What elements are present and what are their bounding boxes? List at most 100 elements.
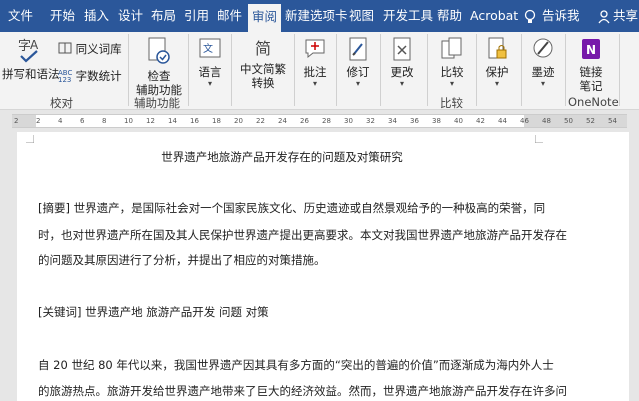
- tracking-button[interactable]: 修订 ▾: [341, 36, 375, 89]
- ruler-tick-label: 22: [256, 117, 265, 125]
- chevron-down-icon: ▾: [449, 79, 454, 88]
- lightbulb-icon[interactable]: [524, 0, 536, 32]
- ruler-tick-label: 12: [146, 117, 155, 125]
- track-changes-icon: [346, 36, 370, 65]
- document-page[interactable]: 世界遗产地旅游产品开发存在的问题及对策研究 [摘要] 世界遗产，是国际社会对一个…: [17, 132, 629, 401]
- chinese-conversion-label-1: 中文简繁: [240, 62, 286, 76]
- accessibility-check-icon: [146, 36, 172, 69]
- group-separator: [427, 34, 428, 106]
- group-label-compare: 比较: [440, 96, 463, 110]
- margin-corner-mark: [26, 135, 34, 143]
- tab-acrobat[interactable]: Acrobat: [470, 0, 518, 32]
- ruler-tick-label: 8: [102, 117, 107, 125]
- group-separator: [188, 34, 189, 106]
- ruler-tick-label: 2: [14, 117, 19, 125]
- spelling-grammar-label: 拼写和语法: [2, 67, 60, 81]
- word-count-label: 字数统计: [75, 69, 122, 83]
- chinese-conversion-icon: 简: [254, 39, 271, 58]
- compare-label: 比较: [440, 65, 464, 79]
- accept-change-icon: [390, 36, 414, 65]
- ink-button[interactable]: 墨迹 ▾: [526, 36, 560, 89]
- ribbon-tab-bar: 文件 开始 插入 设计 布局 引用 邮件 审阅 新建选项卡 视图 开发工具 帮助…: [0, 0, 639, 32]
- tab-help[interactable]: 帮助: [437, 0, 462, 32]
- group-separator: [336, 34, 337, 106]
- tab-new-tab[interactable]: 新建选项卡: [285, 0, 348, 32]
- compare-documents-icon: [439, 36, 465, 65]
- tab-references[interactable]: 引用: [184, 0, 209, 32]
- svg-text:文: 文: [203, 42, 213, 55]
- ruler-tick-label: 18: [212, 117, 221, 125]
- chevron-down-icon: ▾: [312, 79, 317, 88]
- chinese-conversion-button[interactable]: 简 中文简繁 转换: [236, 36, 290, 90]
- margin-corner-mark: [535, 135, 543, 143]
- book-icon: [58, 41, 72, 58]
- spelling-grammar-button[interactable]: 字 A 拼写和语法: [2, 36, 60, 81]
- tab-insert[interactable]: 插入: [84, 0, 109, 32]
- compare-button[interactable]: 比较 ▾: [434, 36, 470, 89]
- chevron-down-icon: ▾: [494, 79, 499, 88]
- linked-notes-label-1: 链接: [579, 65, 603, 79]
- tab-mailings[interactable]: 邮件: [217, 0, 242, 32]
- lock-icon: [485, 36, 509, 65]
- protect-button[interactable]: 保护 ▾: [480, 36, 514, 89]
- group-separator: [619, 34, 620, 106]
- ruler-tick-label: 16: [190, 117, 199, 125]
- check-accessibility-button[interactable]: 检查 辅助功能: [136, 36, 182, 97]
- group-separator: [294, 34, 295, 106]
- thesaurus-button[interactable]: 同义词库: [58, 41, 122, 58]
- ruler-tick-label: 24: [278, 117, 287, 125]
- tab-review[interactable]: 审阅: [248, 4, 282, 32]
- group-separator: [128, 34, 129, 106]
- tab-layout[interactable]: 布局: [151, 0, 176, 32]
- tab-developer[interactable]: 开发工具: [383, 0, 433, 32]
- document-title: 世界遗产地旅游产品开发存在的问题及对策研究: [161, 150, 403, 164]
- tab-file[interactable]: 文件: [8, 0, 33, 32]
- ruler-tick-label: 36: [410, 117, 419, 125]
- comments-label: 批注: [303, 65, 327, 79]
- chevron-down-icon: ▾: [207, 79, 212, 88]
- abstract-line: 时，也对世界遗产所在国及其人民保护世界遗产提出更高要求。本文对我国世界遗产地旅游…: [38, 228, 567, 242]
- ruler-tick-label: 30: [344, 117, 353, 125]
- comments-button[interactable]: 批注 ▾: [298, 36, 332, 89]
- ruler-tick-label: 50: [564, 117, 573, 125]
- group-label-proofing: 校对: [50, 96, 73, 110]
- group-separator: [565, 34, 566, 106]
- user-icon[interactable]: [598, 0, 610, 32]
- ruler-tick-label: 54: [608, 117, 617, 125]
- ink-label: 墨迹: [531, 65, 555, 79]
- svg-text:A: A: [30, 38, 39, 52]
- chinese-conversion-label-2: 转换: [251, 76, 275, 90]
- abstract-line: 的问题及其原因进行了分析，并提出了相应的对策措施。: [38, 253, 326, 267]
- tab-view[interactable]: 视图: [349, 0, 374, 32]
- changes-label: 更改: [390, 65, 414, 79]
- word-count-icon: ABC 123: [58, 68, 73, 84]
- check-accessibility-label-1: 检查: [147, 69, 171, 83]
- tab-home[interactable]: 开始: [50, 0, 75, 32]
- linked-notes-label-2: 笔记: [579, 79, 603, 93]
- ruler-tick-label: 46: [520, 117, 529, 125]
- keywords-line: [关键词] 世界遗产地 旅游产品开发 问题 对策: [38, 305, 269, 319]
- horizontal-ruler[interactable]: 2 2 4 6 8 10 12 14 16 18 20 22 24 26 28 30 32 34 36 38 40 42 4…: [0, 110, 639, 132]
- language-button[interactable]: 文 语言 ▾: [193, 36, 227, 89]
- ruler-tick-label: 42: [476, 117, 485, 125]
- changes-button[interactable]: 更改 ▾: [385, 36, 419, 89]
- group-separator: [380, 34, 381, 106]
- ruler-strip: 2 2 4 6 8 10 12 14 16 18 20 22 24 26 28 30 32 34 36 38 40 42 4…: [12, 114, 627, 128]
- ruler-tick-label: 38: [432, 117, 441, 125]
- language-label: 语言: [198, 65, 222, 79]
- pen-icon: [531, 36, 555, 65]
- ruler-tick-label: 32: [366, 117, 375, 125]
- tab-share[interactable]: 共享: [613, 0, 638, 32]
- group-separator: [476, 34, 477, 106]
- group-label-onenote: OneNote: [568, 95, 619, 109]
- spelling-abc-check-icon: 字 A: [15, 36, 43, 67]
- ruler-tick-label: 48: [542, 117, 551, 125]
- word-count-button[interactable]: ABC 123 字数统计: [58, 68, 122, 84]
- tab-design[interactable]: 设计: [118, 0, 143, 32]
- body-paragraph-line: 自 20 世纪 80 年代以来，我国世界遗产因其具有多方面的“突出的普遍的价值”…: [38, 358, 554, 372]
- linked-notes-button[interactable]: N 链接 笔记: [572, 36, 610, 93]
- group-label-accessibility: 辅助功能: [134, 96, 180, 110]
- ruler-tick-label: 26: [300, 117, 309, 125]
- ruler-tick-label: 6: [80, 117, 85, 125]
- tab-tell-me[interactable]: 告诉我: [542, 0, 580, 32]
